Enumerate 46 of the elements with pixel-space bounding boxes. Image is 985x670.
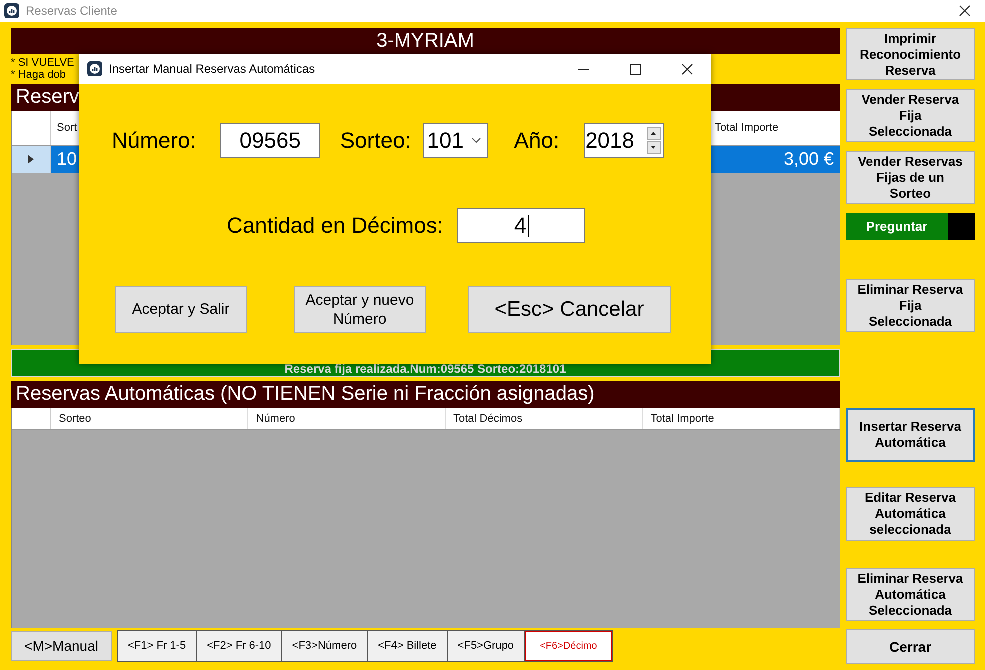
toggle-indicator bbox=[948, 213, 975, 240]
app-icon bbox=[4, 3, 20, 19]
side-button[interactable]: Editar Reserva Automática seleccionada bbox=[846, 487, 975, 541]
side-button[interactable]: Insertar Reserva Automática bbox=[846, 408, 975, 462]
dialog-button[interactable]: Aceptar y nuevo Número bbox=[294, 286, 426, 333]
app-icon bbox=[87, 61, 103, 77]
column-header[interactable]: Total Décimos bbox=[446, 408, 643, 429]
field-label: Año: bbox=[514, 128, 560, 154]
manual-button[interactable]: <M>Manual bbox=[11, 631, 112, 661]
spin-up-button[interactable] bbox=[646, 127, 661, 140]
maximize-icon[interactable] bbox=[630, 64, 641, 74]
client-name-bar: 3-MYRIAM bbox=[11, 28, 840, 54]
panel-title: Reservas Automáticas (NO TIENEN Serie ni Fracción asignadas) bbox=[11, 381, 840, 408]
year-spinner[interactable]: 2018 bbox=[584, 123, 664, 158]
field-label: Número: bbox=[112, 128, 196, 154]
side-button[interactable]: Imprimir Reconocimiento Reserva bbox=[846, 28, 975, 80]
spin-down-button[interactable] bbox=[646, 141, 661, 154]
row-header[interactable] bbox=[12, 146, 51, 173]
window-title: Reservas Cliente bbox=[26, 4, 118, 18]
side-button[interactable]: Vender Reserva Fija Seleccionada bbox=[846, 89, 975, 142]
column-header[interactable]: Total Importe bbox=[642, 408, 840, 429]
side-button[interactable]: Eliminar Reserva Fija Seleccionada bbox=[846, 279, 975, 332]
close-icon[interactable] bbox=[959, 5, 971, 17]
toggle-button[interactable]: Preguntar bbox=[846, 213, 948, 240]
column-header[interactable]: Sorteo bbox=[51, 408, 248, 429]
up-arrow-icon bbox=[651, 132, 656, 135]
quantity-field[interactable]: 4 bbox=[457, 208, 586, 243]
field-label: Sorteo: bbox=[340, 128, 412, 154]
field-label: Cantidad en Décimos: bbox=[227, 212, 444, 238]
column-header[interactable]: Número bbox=[248, 408, 446, 429]
dialog-title: Insertar Manual Reservas Automáticas bbox=[109, 62, 316, 76]
row-pointer-icon bbox=[28, 155, 34, 164]
number-field[interactable]: 09565 bbox=[220, 123, 320, 158]
side-button[interactable]: Eliminar Reserva Automática Seleccionada bbox=[846, 568, 975, 621]
dialog-button[interactable]: <Esc> Cancelar bbox=[468, 286, 671, 333]
note-text: * SI VUELVE bbox=[11, 57, 74, 69]
close-icon[interactable] bbox=[682, 64, 693, 74]
down-arrow-icon bbox=[651, 146, 656, 149]
column-header[interactable]: Total Importe bbox=[709, 111, 840, 145]
filter-tab[interactable]: <F6>Décimo bbox=[525, 631, 612, 661]
side-button[interactable]: Vender Reservas Fijas de un Sorteo bbox=[846, 151, 975, 204]
note-text: * Haga dob bbox=[11, 69, 66, 81]
chevron-down-icon bbox=[472, 138, 482, 144]
side-button[interactable]: Cerrar bbox=[846, 629, 975, 664]
draw-dropdown[interactable]: 101 bbox=[423, 123, 488, 158]
dialog-button[interactable]: Aceptar y Salir bbox=[115, 286, 247, 333]
